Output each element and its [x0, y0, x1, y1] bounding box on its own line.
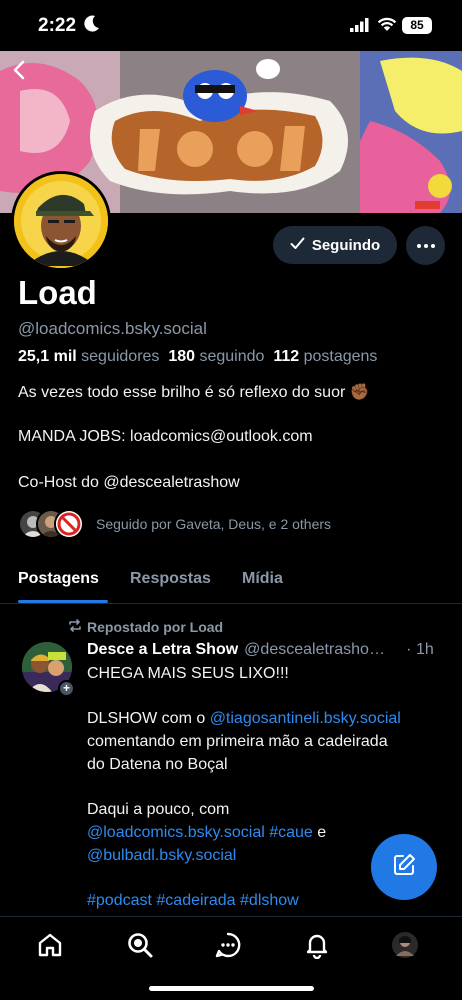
status-bar: 2:22 85: [0, 0, 462, 50]
active-tab-indicator: [18, 600, 108, 603]
mention-link[interactable]: @loadcomics.bsky.social: [87, 824, 265, 841]
tab-replies[interactable]: Respostas: [130, 570, 211, 588]
post-text-line: @loadcomics.bsky.social #caue e: [87, 824, 326, 842]
profile-stats: 25,1 mil seguidores 180 seguindo 112 pos…: [18, 348, 377, 366]
following-stat[interactable]: 180 seguindo: [168, 348, 264, 365]
following-button-label: Seguindo: [311, 236, 381, 254]
bio-line-3: Co-Host do @descealetrashow: [18, 474, 240, 491]
post-text-line: @bulbadl.bsky.social: [87, 847, 236, 865]
followed-by-text: Seguido por Gaveta, Deus, e 2 others: [96, 516, 332, 532]
profile-avatar[interactable]: [389, 929, 421, 961]
ellipsis-icon: [416, 243, 421, 248]
post-text-line: do Datena no Boçal: [87, 756, 228, 773]
followers-stat[interactable]: 25,1 mil seguidores: [18, 348, 159, 365]
status-time: 2:22: [38, 15, 77, 36]
moon-icon: [84, 15, 100, 38]
search-icon[interactable]: [124, 929, 156, 961]
compose-pencil-icon: [391, 852, 417, 883]
posts-label: postagens: [303, 348, 378, 365]
posts-count: 112: [273, 348, 300, 365]
post-text-line: Daqui a pouco, com: [87, 801, 230, 818]
mention-link[interactable]: @tiagosantineli.bsky.social: [210, 710, 401, 727]
post-text-line: DLSHOW com o @tiagosantineli.bsky.social: [87, 710, 401, 728]
tab-posts[interactable]: Postagens: [18, 570, 99, 588]
post-text: DLSHOW com o: [87, 710, 210, 727]
followers-label: seguidores: [81, 348, 160, 365]
hashtag-link[interactable]: #caue: [269, 824, 313, 841]
profile-display-name: Load: [18, 274, 97, 311]
following-button[interactable]: Seguindo: [273, 226, 397, 264]
post-header: Desce a Letra Show @descealetrashow.bsky…: [87, 641, 447, 659]
post-author-name[interactable]: Desce a Letra Show: [87, 641, 238, 659]
post-timestamp: · 1h: [406, 641, 434, 658]
compose-button[interactable]: [371, 834, 437, 900]
repost-indicator[interactable]: Repostado por Load: [68, 619, 223, 635]
wifi-icon: [377, 16, 397, 37]
post-text-line: comentando em primeira mão a cadeirada: [87, 733, 388, 750]
chat-icon[interactable]: [212, 929, 244, 961]
following-label: seguindo: [199, 348, 265, 365]
bio-line-1: As vezes todo esse brilho é só reflexo d…: [18, 384, 370, 401]
profile-handle: @loadcomics.bsky.social: [18, 319, 207, 338]
cellular-signal-icon: [350, 18, 370, 37]
post-author-handle[interactable]: @descealetrashow.bsky.social: [244, 641, 390, 659]
post-text: e: [312, 824, 327, 841]
back-chevron-icon[interactable]: [8, 58, 36, 86]
hashtag-link[interactable]: #dlshow: [240, 892, 299, 909]
following-count: 180: [168, 348, 196, 365]
tab-media[interactable]: Mídia: [242, 570, 283, 588]
checkmark-icon: [290, 237, 305, 254]
profile-avatar[interactable]: [11, 171, 111, 271]
followed-by-row[interactable]: Seguido por Gaveta, Deus, e 2 others: [18, 508, 331, 540]
follow-plus-icon[interactable]: +: [58, 680, 75, 697]
profile-tabs: Postagens Respostas Mídia: [0, 562, 462, 604]
bio-line-2: MANDA JOBS: loadcomics@outlook.com: [18, 428, 313, 445]
repost-label: Repostado por Load: [87, 619, 224, 635]
followers-count: 25,1 mil: [18, 348, 77, 365]
post-text-line: #podcast #cadeirada #dlshow: [87, 892, 299, 910]
battery-indicator: 85: [402, 17, 432, 34]
hashtag-link[interactable]: #cadeirada: [156, 892, 235, 909]
follower-avatar: [54, 509, 84, 539]
bell-icon[interactable]: [301, 929, 333, 961]
home-icon[interactable]: [34, 929, 66, 961]
hashtag-link[interactable]: #podcast: [87, 892, 152, 909]
home-indicator: [149, 986, 314, 991]
posts-stat: 112 postagens: [273, 348, 377, 365]
mention-link[interactable]: @bulbadl.bsky.social: [87, 847, 236, 864]
post-text-line: CHEGA MAIS SEUS LIXO!!!: [87, 665, 289, 682]
more-options-button[interactable]: [406, 226, 445, 265]
repost-icon: [68, 619, 82, 635]
